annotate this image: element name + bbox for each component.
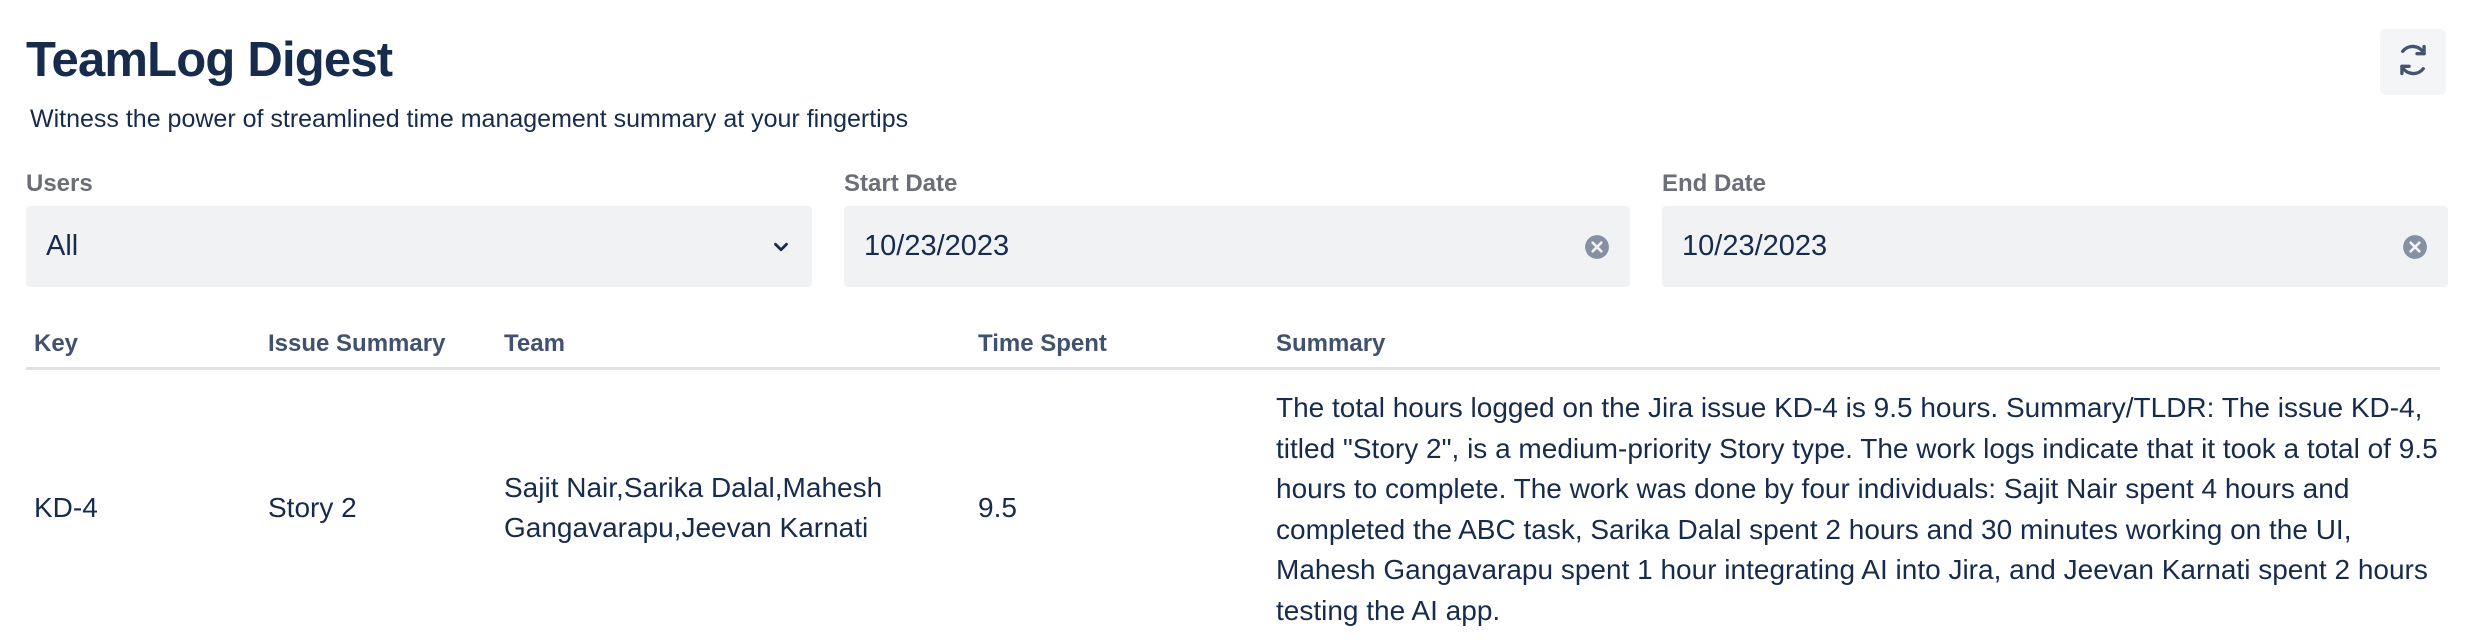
start-date-field[interactable]: 10/23/2023 [844,206,1630,287]
teamlog-digest-page: TeamLog Digest Witness the power of stre… [0,0,2480,644]
start-date-value: 10/23/2023 [864,230,1010,262]
clear-icon[interactable] [2402,234,2428,260]
users-select-value: All [46,230,79,262]
clear-icon[interactable] [1584,234,1610,260]
page-subtitle: Witness the power of streamlined time ma… [30,105,909,133]
page-title: TeamLog Digest [26,33,393,87]
start-date-label: Start Date [844,170,958,197]
end-date-label: End Date [1662,170,1767,197]
refresh-button[interactable] [2380,29,2446,95]
column-header-issue-summary[interactable]: Issue Summary [268,330,445,358]
column-header-team[interactable]: Team [504,330,565,358]
cell-key: KD-4 [34,492,98,523]
column-header-summary[interactable]: Summary [1276,330,1385,358]
cell-team: Sajit Nair,Sarika Dalal,Mahesh Gangavara… [504,468,882,548]
cell-team-line-2: Gangavarapu,Jeevan Karnati [504,512,869,543]
cell-issue-summary: Story 2 [268,492,357,523]
cell-team-line-1: Sajit Nair,Sarika Dalal,Mahesh [504,472,883,503]
cell-summary: The total hours logged on the Jira issue… [1276,392,2438,626]
table-header: Key Issue Summary Team Time Spent Summar… [26,320,2440,370]
cell-time-spent: 9.5 [978,492,1017,523]
column-header-time-spent[interactable]: Time Spent [978,330,1107,358]
end-date-value: 10/23/2023 [1682,230,1828,262]
users-select[interactable]: All [26,206,812,287]
end-date-field[interactable]: 10/23/2023 [1662,206,2448,287]
chevron-down-icon [770,236,792,258]
users-label: Users [26,170,93,197]
column-header-key[interactable]: Key [34,330,78,358]
refresh-icon [2394,41,2432,84]
